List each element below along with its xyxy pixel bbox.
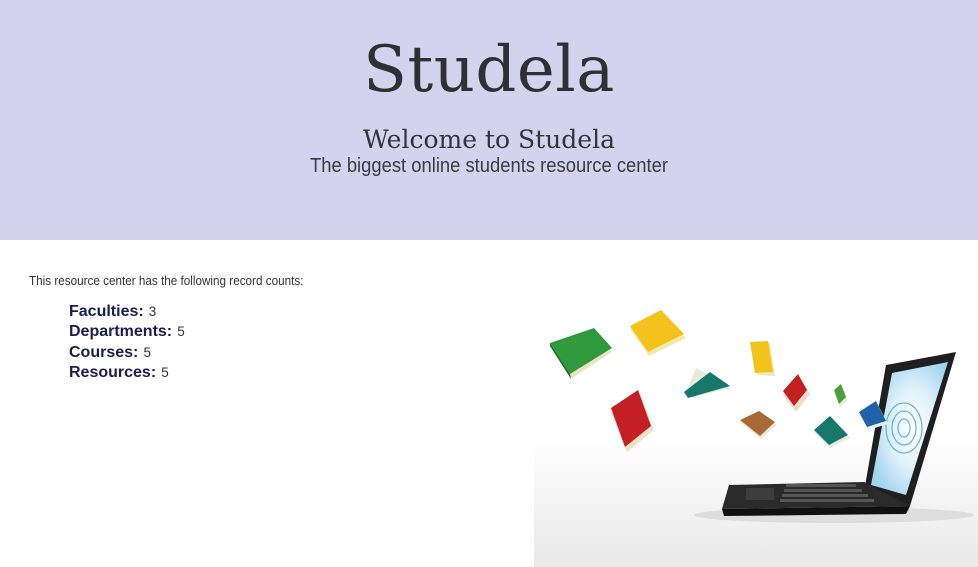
record-counts-intro: This resource center has the following r… <box>29 273 304 288</box>
book-icon <box>550 328 612 379</box>
book-icon <box>750 341 775 376</box>
list-item: Resources: 5 <box>69 362 185 382</box>
record-counts-list: Faculties: 3 Departments: 5 Courses: 5 R… <box>69 301 185 382</box>
hero-banner: Studela Welcome to Studela The biggest o… <box>0 0 978 240</box>
count-value-courses: 5 <box>143 344 151 360</box>
count-label-departments: Departments: <box>69 323 173 341</box>
book-icon <box>834 384 848 408</box>
count-label-faculties: Faculties: <box>69 303 144 320</box>
count-label-resources: Resources: <box>69 363 157 381</box>
count-value-faculties: 3 <box>148 304 157 319</box>
book-icon <box>630 310 686 356</box>
book-icon <box>740 411 777 439</box>
list-item: Faculties: 3 <box>69 301 185 321</box>
count-label-courses: Courses: <box>69 343 139 361</box>
list-item: Departments: 5 <box>69 321 185 341</box>
welcome-heading: Welcome to Studela <box>363 125 615 154</box>
laptop-with-flying-books-icon <box>534 310 978 567</box>
site-title: Studela <box>363 33 615 107</box>
count-value-resources: 5 <box>161 364 169 380</box>
book-icon <box>783 374 810 412</box>
tagline: The biggest online students resource cen… <box>310 155 668 177</box>
count-value-departments: 5 <box>177 324 185 340</box>
book-icon <box>684 368 731 398</box>
list-item: Courses: 5 <box>69 342 185 362</box>
